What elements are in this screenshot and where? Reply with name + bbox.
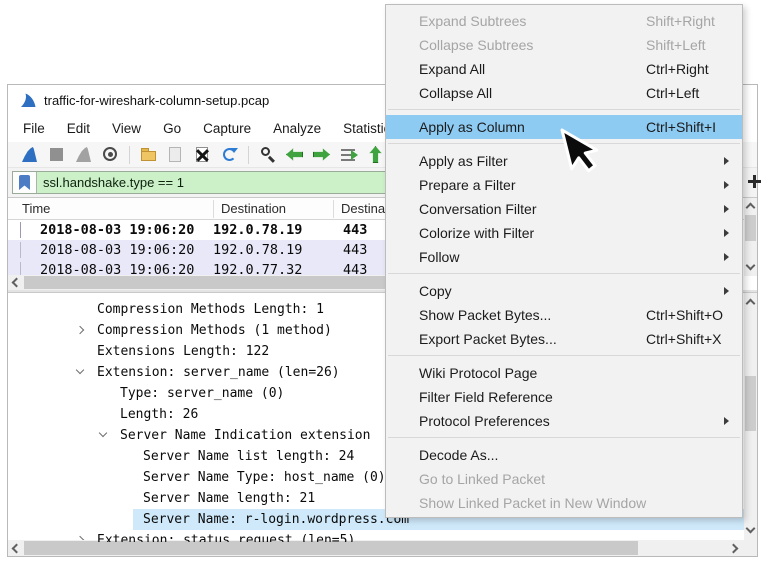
detail-hscrollbar[interactable] bbox=[8, 540, 757, 556]
menu-capture[interactable]: Capture bbox=[192, 115, 262, 142]
start-capture-icon[interactable] bbox=[20, 145, 39, 164]
cell-port: 443 bbox=[343, 242, 367, 258]
menu-item-go-to-linked-packet: Go to Linked Packet bbox=[386, 467, 742, 491]
cell-destination: 192.0.78.19 bbox=[213, 222, 302, 238]
menu-item-decode-as[interactable]: Decode As... bbox=[386, 443, 742, 467]
submenu-arrow-icon bbox=[724, 205, 729, 213]
menu-item-show-linked-packet-new-window: Show Linked Packet in New Window bbox=[386, 491, 742, 515]
menu-edit[interactable]: Edit bbox=[56, 115, 101, 142]
menu-item-export-packet-bytes[interactable]: Export Packet Bytes...Ctrl+Shift+X bbox=[386, 327, 742, 351]
menu-item-collapse-subtrees: Collapse SubtreesShift+Left bbox=[386, 33, 742, 57]
scroll-down-icon[interactable] bbox=[746, 524, 756, 534]
submenu-arrow-icon bbox=[724, 181, 729, 189]
scrollbar-thumb[interactable] bbox=[745, 215, 756, 241]
menu-separator bbox=[386, 105, 742, 115]
restart-capture-icon[interactable] bbox=[74, 145, 93, 164]
submenu-arrow-icon bbox=[724, 229, 729, 237]
go-up-icon[interactable] bbox=[366, 145, 385, 164]
scrollbar-thumb[interactable] bbox=[745, 376, 756, 431]
tree-collapsed-icon[interactable] bbox=[76, 326, 84, 334]
detail-vscrollbar[interactable] bbox=[744, 293, 757, 542]
related-packet-mark bbox=[20, 222, 21, 238]
window-title: traffic-for-wireshark-column-setup.pcap bbox=[44, 93, 269, 108]
submenu-arrow-icon bbox=[724, 417, 729, 425]
related-packet-mark bbox=[20, 242, 21, 258]
menu-item-colorize-with-filter[interactable]: Colorize with Filter bbox=[386, 221, 742, 245]
wireshark-fin-icon bbox=[20, 93, 36, 108]
related-packet-mark bbox=[20, 262, 21, 276]
menu-item-filter-field-reference[interactable]: Filter Field Reference bbox=[386, 385, 742, 409]
toolbar-separator bbox=[129, 146, 130, 164]
scroll-up-icon[interactable] bbox=[746, 299, 756, 309]
scrollbar-thumb[interactable] bbox=[24, 541, 638, 555]
menu-separator bbox=[386, 269, 742, 279]
go-forward-icon[interactable] bbox=[312, 145, 331, 164]
bookmark-icon bbox=[19, 175, 30, 190]
stop-capture-icon[interactable] bbox=[47, 145, 66, 164]
cell-destination: 192.0.77.32 bbox=[213, 262, 302, 276]
menu-separator bbox=[386, 433, 742, 443]
cell-port: 443 bbox=[343, 262, 367, 276]
find-packet-icon[interactable] bbox=[258, 145, 277, 164]
go-back-icon[interactable] bbox=[285, 145, 304, 164]
menu-view[interactable]: View bbox=[101, 115, 152, 142]
column-divider[interactable] bbox=[333, 200, 334, 218]
screen: traffic-for-wireshark-column-setup.pcap … bbox=[0, 0, 768, 563]
cell-destination: 192.0.78.19 bbox=[213, 242, 302, 258]
filter-bookmark-button[interactable] bbox=[13, 172, 37, 193]
go-to-packet-icon[interactable] bbox=[339, 145, 358, 164]
packet-list-vscrollbar[interactable] bbox=[744, 198, 757, 276]
menu-analyze[interactable]: Analyze bbox=[262, 115, 332, 142]
scroll-left-icon[interactable] bbox=[12, 278, 22, 288]
toolbar-separator bbox=[248, 146, 249, 164]
scroll-left-icon[interactable] bbox=[12, 544, 22, 554]
column-header-destination[interactable]: Destination bbox=[221, 198, 286, 220]
menu-separator bbox=[386, 351, 742, 361]
reload-file-icon[interactable] bbox=[220, 145, 239, 164]
tree-expanded-icon[interactable] bbox=[76, 366, 84, 374]
open-file-icon[interactable] bbox=[139, 145, 158, 164]
column-divider[interactable] bbox=[213, 200, 214, 218]
capture-options-icon[interactable] bbox=[101, 145, 120, 164]
column-header-time[interactable]: Time bbox=[22, 198, 50, 220]
menu-item-copy[interactable]: Copy bbox=[386, 279, 742, 303]
scroll-down-icon[interactable] bbox=[746, 261, 756, 271]
submenu-arrow-icon bbox=[724, 253, 729, 261]
menu-item-protocol-preferences[interactable]: Protocol Preferences bbox=[386, 409, 742, 433]
menu-item-conversation-filter[interactable]: Conversation Filter bbox=[386, 197, 742, 221]
cell-time: 2018-08-03 19:06:20 bbox=[40, 242, 194, 258]
context-menu: Expand SubtreesShift+Right Collapse Subt… bbox=[385, 4, 743, 518]
cell-port: 443 bbox=[343, 222, 367, 238]
submenu-arrow-icon bbox=[724, 157, 729, 165]
cell-time: 2018-08-03 19:06:20 bbox=[40, 262, 194, 276]
add-filter-button[interactable] bbox=[747, 174, 762, 189]
scroll-right-icon[interactable] bbox=[729, 544, 739, 554]
menu-item-expand-subtrees: Expand SubtreesShift+Right bbox=[386, 9, 742, 33]
menu-file[interactable]: File bbox=[12, 115, 56, 142]
tree-expanded-icon[interactable] bbox=[99, 429, 107, 437]
menu-item-follow[interactable]: Follow bbox=[386, 245, 742, 269]
menu-item-collapse-all[interactable]: Collapse AllCtrl+Left bbox=[386, 81, 742, 105]
save-file-icon[interactable] bbox=[166, 145, 185, 164]
menu-item-show-packet-bytes[interactable]: Show Packet Bytes...Ctrl+Shift+O bbox=[386, 303, 742, 327]
menu-item-wiki-protocol-page[interactable]: Wiki Protocol Page bbox=[386, 361, 742, 385]
display-filter-value[interactable]: ssl.handshake.type == 1 bbox=[37, 172, 184, 193]
menu-go[interactable]: Go bbox=[152, 115, 192, 142]
scroll-up-icon[interactable] bbox=[746, 203, 756, 213]
submenu-arrow-icon bbox=[724, 287, 729, 295]
cell-time: 2018-08-03 19:06:20 bbox=[40, 222, 194, 238]
mouse-cursor bbox=[548, 128, 608, 194]
menu-item-expand-all[interactable]: Expand AllCtrl+Right bbox=[386, 57, 742, 81]
close-file-icon[interactable] bbox=[193, 145, 212, 164]
